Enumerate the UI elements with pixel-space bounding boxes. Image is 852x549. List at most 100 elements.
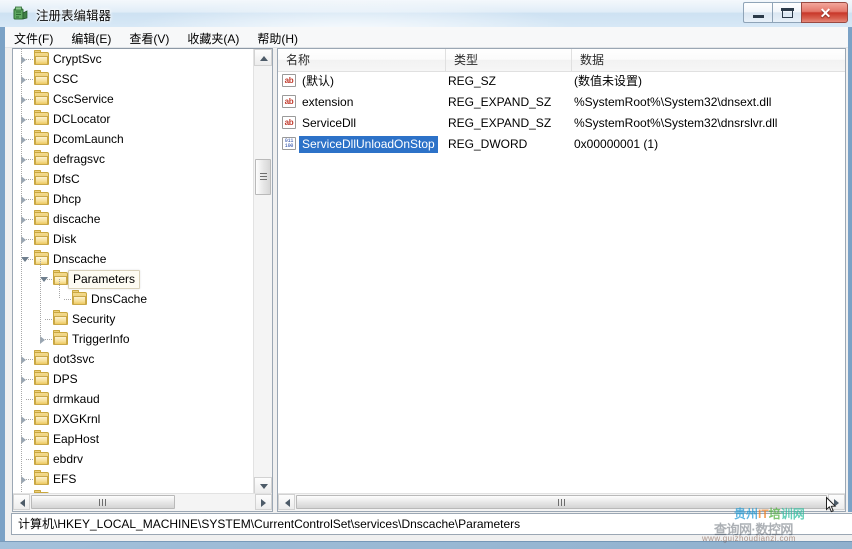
arrow-right-icon xyxy=(261,499,266,507)
tree-item-defragsvc[interactable]: defragsvc xyxy=(13,149,255,169)
value-row[interactable]: abextensionREG_EXPAND_SZ%SystemRoot%\Sys… xyxy=(278,92,845,113)
scroll-grip-icon xyxy=(558,499,565,506)
value-name-cell: abServiceDll xyxy=(282,113,359,134)
tree-scroll-right-button[interactable] xyxy=(255,494,272,510)
value-row[interactable]: ab(默认) REG_SZ (数值未设置) xyxy=(278,71,845,92)
menu-edit[interactable]: 编辑(E) xyxy=(62,27,120,50)
window-title: 注册表编辑器 xyxy=(36,5,111,24)
tree-item-cscservice[interactable]: CscService xyxy=(13,89,255,109)
content-area: CryptSvcCSCCscServiceDCLocatorDcomLaunch… xyxy=(5,48,848,512)
tree-item-dxgkrnl[interactable]: DXGKrnl xyxy=(13,409,255,429)
registry-editor-icon xyxy=(12,5,29,22)
close-button[interactable]: ✕ xyxy=(801,2,848,23)
tree-item-triggerinfo[interactable]: TriggerInfo xyxy=(13,329,255,349)
menu-view[interactable]: 查看(V) xyxy=(120,27,178,50)
tree-item-ebdrv[interactable]: ebdrv xyxy=(13,449,255,469)
arrow-down-icon xyxy=(260,484,268,489)
folder-icon xyxy=(34,452,49,465)
title-bar[interactable]: 注册表编辑器 ✕ xyxy=(0,0,852,27)
maximize-icon xyxy=(782,9,793,18)
scroll-grip-icon xyxy=(260,173,267,180)
value-type: REG_SZ xyxy=(448,71,496,92)
tree-item-label: DXGKrnl xyxy=(53,409,100,429)
collapse-triangle-icon[interactable] xyxy=(40,277,48,282)
tree-item-parameters[interactable]: Parameters xyxy=(13,269,255,289)
folder-icon xyxy=(34,152,49,165)
tree-scroll-up-button[interactable] xyxy=(254,49,272,66)
value-row[interactable]: 011100ServiceDllUnloadOnStopREG_DWORD0x0… xyxy=(278,134,845,155)
registry-path-text: 计算机\HKEY_LOCAL_MACHINE\SYSTEM\CurrentCon… xyxy=(11,513,852,535)
tree-item-discache[interactable]: discache xyxy=(13,209,255,229)
tree-item-dot3svc[interactable]: dot3svc xyxy=(13,349,255,369)
tree-item-label: Dnscache xyxy=(53,249,106,269)
tree-scroll-down-button[interactable] xyxy=(254,477,272,494)
tree-guide-line xyxy=(59,279,60,299)
tree-item-csc[interactable]: CSC xyxy=(13,69,255,89)
menu-favorites[interactable]: 收藏夹(A) xyxy=(178,27,248,50)
tree-item-drmkaud[interactable]: drmkaud xyxy=(13,389,255,409)
list-horizontal-scroll-thumb[interactable] xyxy=(296,495,827,509)
tree-item-label: EFS xyxy=(53,469,76,489)
value-name: ServiceDll xyxy=(299,115,359,132)
column-type[interactable]: 类型 xyxy=(446,49,572,71)
minimize-button[interactable] xyxy=(743,2,772,23)
status-bar: 计算机\HKEY_LOCAL_MACHINE\SYSTEM\CurrentCon… xyxy=(5,512,852,541)
tree-item-label: TriggerInfo xyxy=(72,329,130,349)
folder-icon xyxy=(34,172,49,185)
value-name: ServiceDllUnloadOnStop xyxy=(299,136,438,153)
value-type: REG_DWORD xyxy=(448,134,527,155)
folder-icon xyxy=(53,312,68,325)
list-scroll-right-button[interactable] xyxy=(828,494,845,510)
tree-item-cryptsvc[interactable]: CryptSvc xyxy=(13,49,255,69)
tree-item-security[interactable]: Security xyxy=(13,309,255,329)
string-value-icon: ab xyxy=(282,116,296,129)
registry-tree[interactable]: CryptSvcCSCCscServiceDCLocatorDcomLaunch… xyxy=(13,49,255,494)
tree-scroll-left-button[interactable] xyxy=(13,494,30,510)
folder-icon xyxy=(34,412,49,425)
tree-item-dnscache[interactable]: Dnscache xyxy=(13,249,255,269)
registry-values-pane: 名称类型数据 ab(默认)REG_SZ(数值未设置)abextensionREG… xyxy=(277,48,846,512)
tree-item-dnscache[interactable]: DnsCache xyxy=(13,289,255,309)
tree-item-dclocator[interactable]: DCLocator xyxy=(13,109,255,129)
tree-item-dcomlaunch[interactable]: DcomLaunch xyxy=(13,129,255,149)
tree-item-label: dot3svc xyxy=(53,349,94,369)
registry-tree-pane: CryptSvcCSCCscServiceDCLocatorDcomLaunch… xyxy=(12,48,273,512)
tree-item-label: CSC xyxy=(53,69,78,89)
value-name-cell: abextension xyxy=(282,92,356,113)
value-name: extension xyxy=(299,94,356,111)
tree-item-eaphost[interactable]: EapHost xyxy=(13,429,255,449)
value-data: (数值未设置) xyxy=(574,71,642,92)
tree-item-label: DfsC xyxy=(53,169,80,189)
folder-icon xyxy=(72,292,87,305)
arrow-up-icon xyxy=(260,56,268,61)
folder-icon xyxy=(34,132,49,145)
folder-icon xyxy=(34,232,49,245)
value-name-cell: ab(默认) xyxy=(282,71,337,92)
values-list-body[interactable]: ab(默认) REG_SZ (数值未设置)abextensionREG_EXPAND… xyxy=(278,71,845,494)
folder-icon xyxy=(34,52,49,65)
tree-item-disk[interactable]: Disk xyxy=(13,229,255,249)
value-row[interactable]: abServiceDllREG_EXPAND_SZ%SystemRoot%\Sy… xyxy=(278,113,845,134)
tree-item-dfsc[interactable]: DfsC xyxy=(13,169,255,189)
list-horizontal-scrollbar[interactable] xyxy=(278,493,845,511)
list-scroll-left-button[interactable] xyxy=(278,494,295,510)
column-data[interactable]: 数据 xyxy=(572,49,845,71)
collapse-triangle-icon[interactable] xyxy=(21,257,29,262)
close-icon: ✕ xyxy=(802,3,849,24)
tree-item-dps[interactable]: DPS xyxy=(13,369,255,389)
folder-icon xyxy=(34,352,49,365)
tree-item-label: Dhcp xyxy=(53,189,81,209)
menu-help[interactable]: 帮助(H) xyxy=(248,27,307,50)
tree-vertical-scrollbar[interactable] xyxy=(253,49,272,494)
maximize-button[interactable] xyxy=(772,2,801,23)
column-name[interactable]: 名称 xyxy=(278,49,446,71)
tree-item-label: CryptSvc xyxy=(53,49,102,69)
menu-file[interactable]: 文件(F) xyxy=(5,27,62,50)
tree-horizontal-scroll-thumb[interactable] xyxy=(31,495,175,509)
tree-item-dhcp[interactable]: Dhcp xyxy=(13,189,255,209)
tree-vertical-scroll-thumb[interactable] xyxy=(255,159,271,195)
arrow-right-icon xyxy=(834,499,839,507)
tree-horizontal-scrollbar[interactable] xyxy=(13,493,272,511)
tree-item-efs[interactable]: EFS xyxy=(13,469,255,489)
string-value-icon: ab xyxy=(282,74,296,87)
